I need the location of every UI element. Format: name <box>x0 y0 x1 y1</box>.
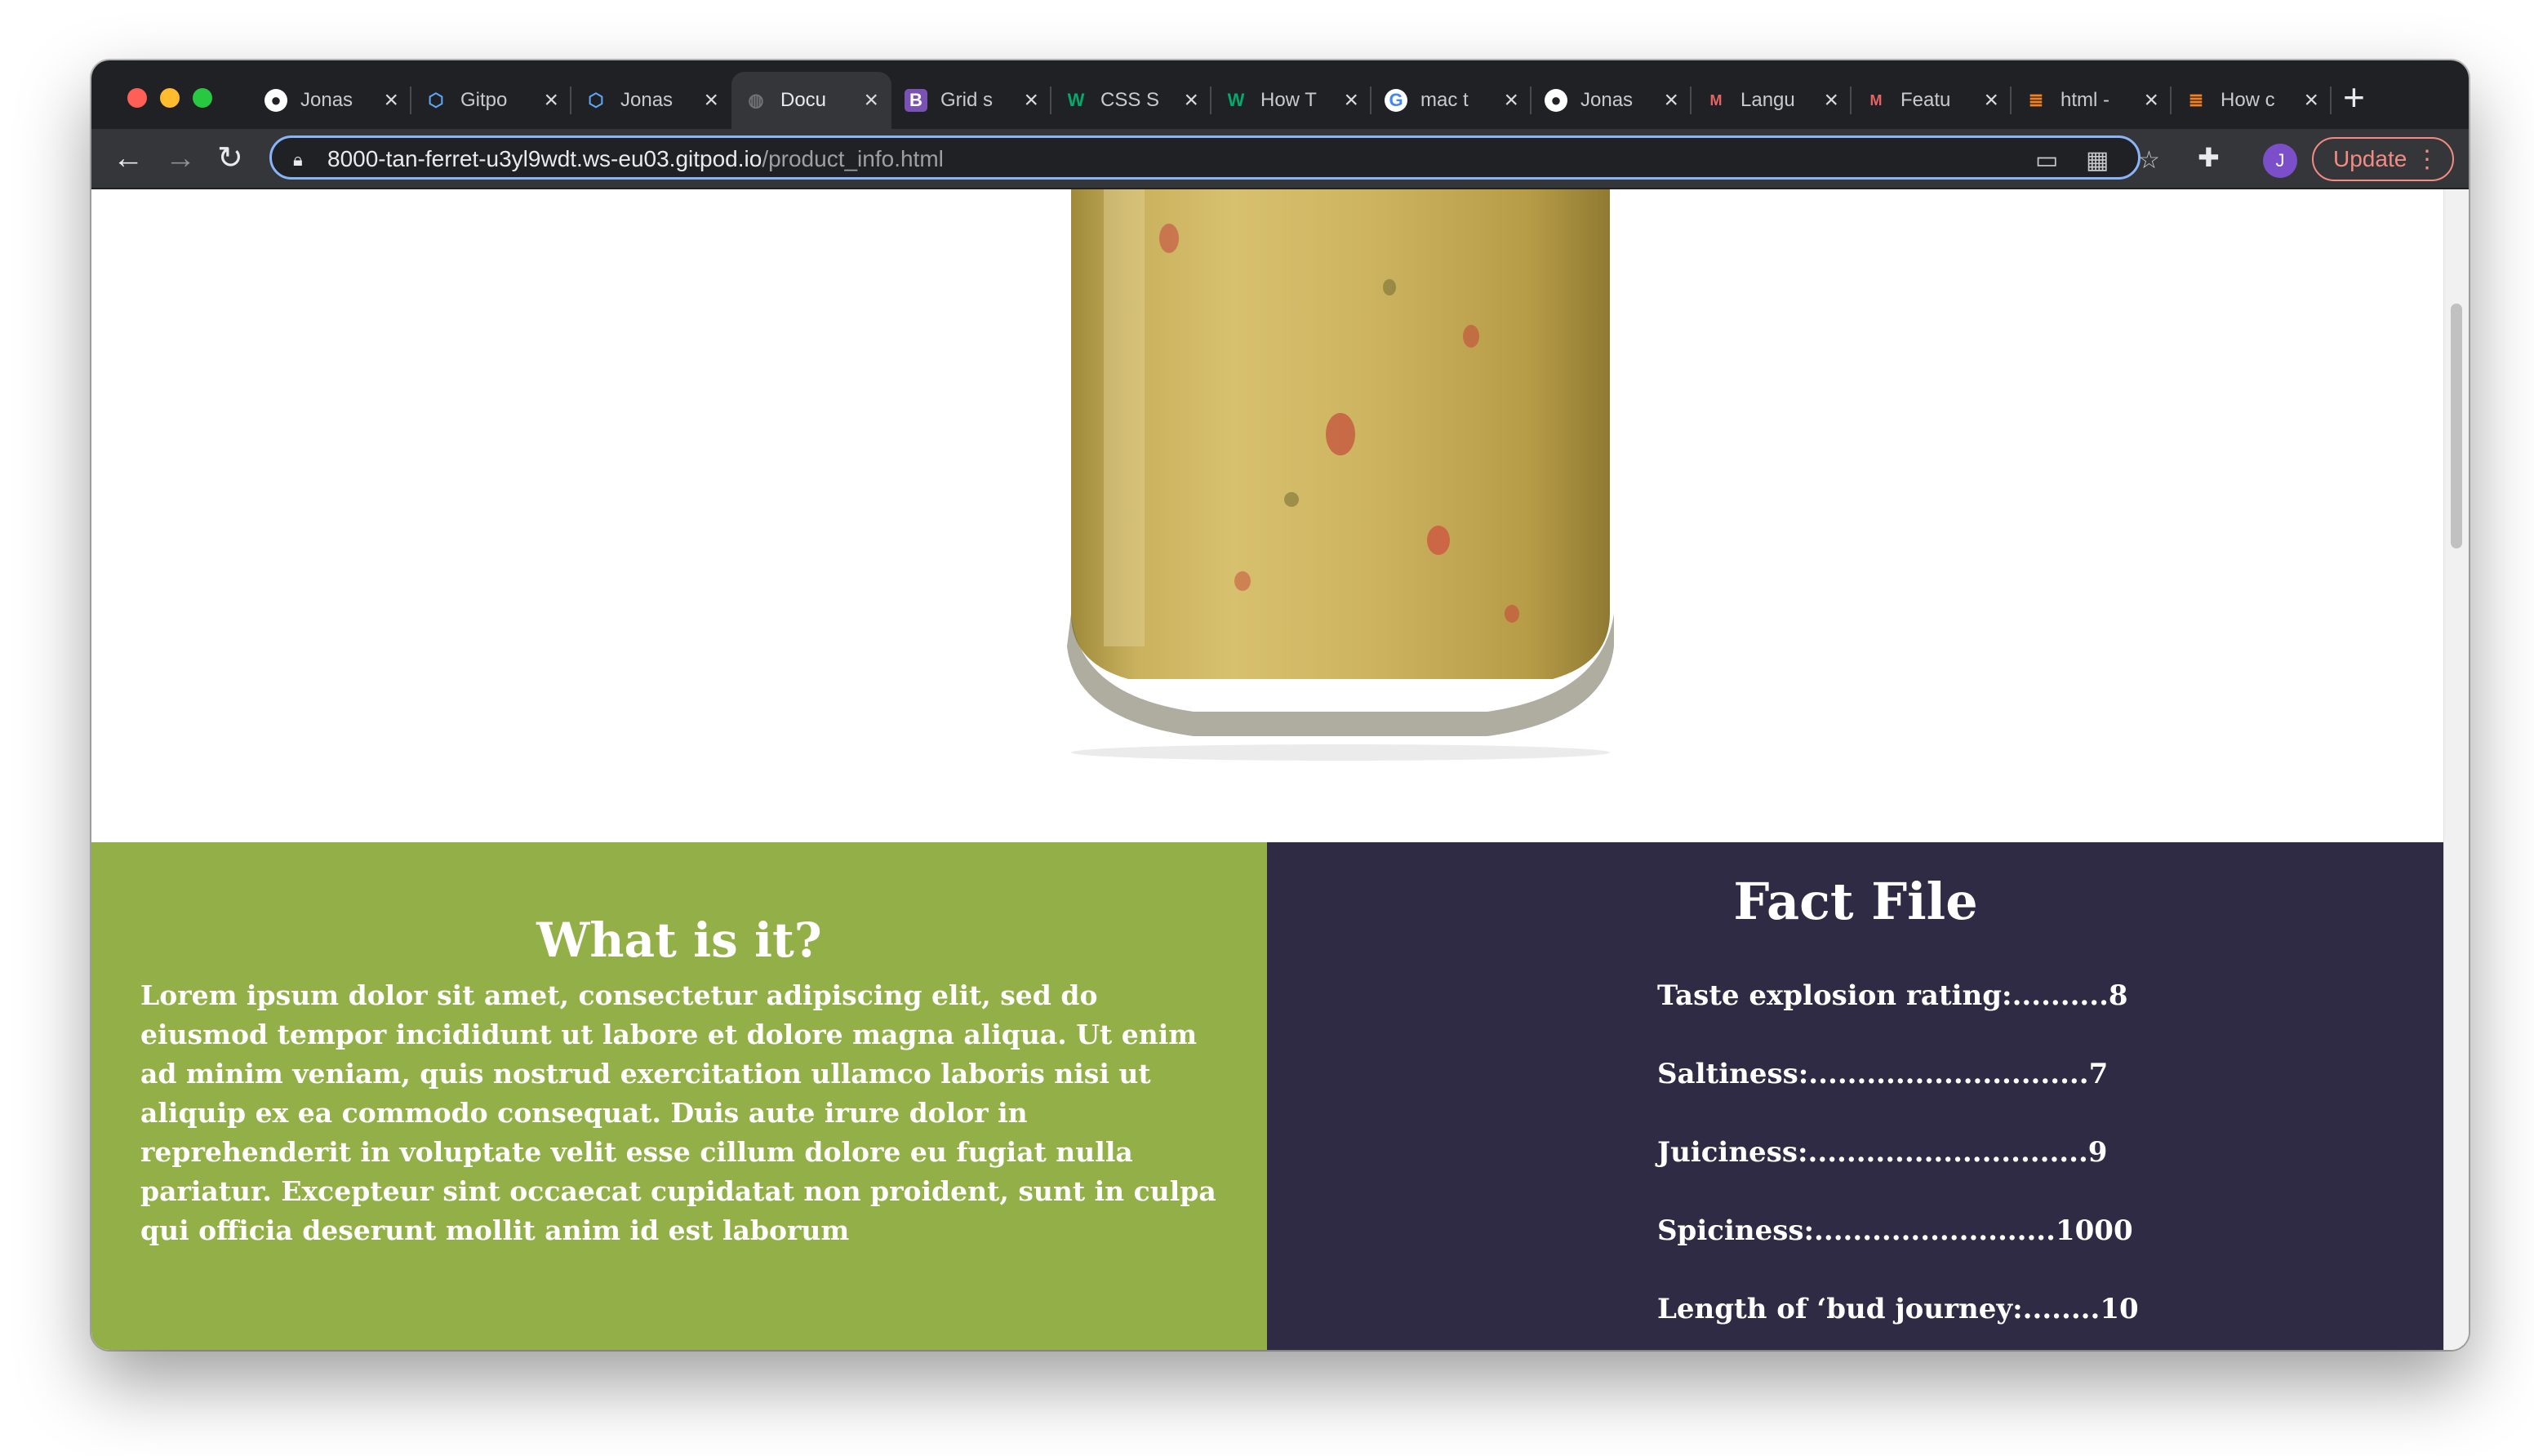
github-icon: ● <box>1545 89 1567 112</box>
scrollbar[interactable] <box>2443 189 2469 1350</box>
gitpod-icon: ⬡ <box>428 90 444 110</box>
avatar-initial: J <box>2275 150 2285 171</box>
page-viewport: What is it? Lorem ipsum dolor sit amet, … <box>91 189 2469 1350</box>
w3schools-icon: W <box>1227 90 1245 110</box>
menu-dots-icon[interactable]: ⋮ <box>2415 145 2439 174</box>
scrollbar-thumb[interactable] <box>2451 304 2462 548</box>
bootstrap-icon: B <box>905 89 927 112</box>
cast-icon[interactable]: ▭ <box>2035 146 2058 175</box>
tab-title: How T <box>1260 89 1317 111</box>
tab-title: html - <box>2061 89 2109 111</box>
mdn-icon: M <box>1709 91 1723 109</box>
close-tab-icon[interactable]: × <box>1664 87 1678 114</box>
close-tab-icon[interactable]: × <box>2144 87 2158 114</box>
fact-file-section: Fact File Taste explosion rating:.......… <box>1267 842 2444 1350</box>
browser-window: ● Jonas × ⬡ Gitpo × ⬡ Jonas × ◍ Docu × B… <box>91 60 2469 1350</box>
minimize-window-button[interactable] <box>160 88 180 108</box>
tab-title: Jonas <box>1580 89 1634 111</box>
tab-title: Featu <box>1900 89 1951 111</box>
browser-toolbar: ← → ↻ 🔒︎ 8000-tan-ferret-u3yl9wdt.ws-eu0… <box>91 129 2469 189</box>
url-text[interactable]: 8000-tan-ferret-u3yl9wdt.ws-eu03.gitpod.… <box>327 146 944 172</box>
mdn-icon: M <box>1869 91 1883 109</box>
update-label: Update <box>2333 146 2407 171</box>
gitpod-icon: ⬡ <box>588 90 604 110</box>
fact-list: Taste explosion rating:..........8 Salti… <box>1657 976 2139 1350</box>
address-bar[interactable]: 🔒︎ 8000-tan-ferret-u3yl9wdt.ws-eu03.gitp… <box>269 135 2160 180</box>
reload-icon[interactable]: ↻ <box>217 140 243 176</box>
tab[interactable]: ≣ html - × <box>2012 72 2172 129</box>
tab-title: Jonas <box>300 89 353 111</box>
fact-item-bud-journey: Length of ‘bud journey:........10 <box>1657 1293 2139 1325</box>
fact-item-spiciness: Spiciness:.........................1000 <box>1657 1214 2133 1247</box>
tab-title: mac t <box>1420 89 1469 111</box>
close-tab-icon[interactable]: × <box>544 87 558 114</box>
close-tab-icon[interactable]: × <box>384 87 398 114</box>
tab[interactable]: ● Jonas × <box>251 72 411 129</box>
tab[interactable]: W CSS S × <box>1051 72 1211 129</box>
update-button[interactable]: Update ⋮ <box>2312 137 2454 181</box>
what-is-it-text: Lorem ipsum dolor sit amet, consectetur … <box>140 979 1216 1246</box>
tab[interactable]: ● Jonas × <box>1532 72 1692 129</box>
stackoverflow-icon: ≣ <box>2188 90 2204 110</box>
bookmark-star-icon[interactable]: ☆ <box>2138 146 2160 175</box>
close-tab-icon[interactable]: × <box>1984 87 1998 114</box>
tab[interactable]: ⬡ Gitpo × <box>411 72 571 129</box>
forward-arrow-icon[interactable]: → <box>165 140 196 176</box>
what-is-it-heading: What is it? <box>536 912 822 968</box>
tab[interactable]: M Featu × <box>1852 72 2012 129</box>
tab[interactable]: ⬡ Jonas × <box>571 72 731 129</box>
tab-title: CSS S <box>1100 89 1160 111</box>
close-tab-icon[interactable]: × <box>864 87 878 114</box>
product-jar-image <box>1067 189 1614 761</box>
url-path: /product_info.html <box>762 146 944 171</box>
new-tab-button[interactable]: + <box>2343 78 2365 116</box>
what-is-it-section: What is it? Lorem ipsum dolor sit amet, … <box>91 842 1267 1350</box>
tab[interactable]: B Grid s × <box>891 72 1051 129</box>
tab-title: Jonas <box>620 89 674 111</box>
w3schools-icon: W <box>1067 90 1085 110</box>
profile-avatar[interactable]: J <box>2263 144 2297 178</box>
close-tab-icon[interactable]: × <box>1024 87 1038 114</box>
close-tab-icon[interactable]: × <box>2304 87 2318 114</box>
tab-title: How c <box>2221 89 2275 111</box>
url-host: 8000-tan-ferret-u3yl9wdt.ws-eu03.gitpod.… <box>327 146 762 171</box>
stackoverflow-icon: ≣ <box>2028 90 2044 110</box>
tab-title: Gitpo <box>460 89 508 111</box>
tab[interactable]: ≣ How c × <box>2172 72 2332 129</box>
fact-file-heading: Fact File <box>1733 872 1978 931</box>
google-icon: G <box>1385 89 1407 112</box>
close-window-button[interactable] <box>127 88 147 108</box>
github-icon: ● <box>265 89 287 112</box>
fact-item-juiciness: Juiciness:.............................9 <box>1657 1136 2108 1169</box>
maximize-window-button[interactable] <box>193 88 212 108</box>
fact-item-saltiness: Saltiness:.............................7 <box>1657 1058 2109 1090</box>
close-tab-icon[interactable]: × <box>1824 87 1838 114</box>
lock-icon: 🔒︎ <box>293 149 303 170</box>
back-arrow-icon[interactable]: ← <box>113 140 144 176</box>
globe-icon: ◍ <box>748 90 764 110</box>
close-tab-icon[interactable]: × <box>1504 87 1518 114</box>
tab-title: Docu <box>780 89 827 111</box>
tab-active[interactable]: ◍ Docu × <box>731 72 891 129</box>
close-tab-icon[interactable]: × <box>1344 87 1358 114</box>
tab[interactable]: G mac t × <box>1371 72 1532 129</box>
close-tab-icon[interactable]: × <box>704 87 718 114</box>
extensions-puzzle-icon[interactable]: ✚ <box>2198 142 2220 173</box>
close-tab-icon[interactable]: × <box>1184 87 1198 114</box>
tab-title: Grid s <box>940 89 994 111</box>
fact-item-taste: Taste explosion rating:..........8 <box>1657 979 2128 1012</box>
tab[interactable]: M Langu × <box>1692 72 1852 129</box>
qr-code-icon[interactable]: ▦ <box>2086 146 2109 175</box>
tab-title: Langu <box>1740 89 1795 111</box>
tab[interactable]: W How T × <box>1211 72 1371 129</box>
tab-strip: ● Jonas × ⬡ Gitpo × ⬡ Jonas × ◍ Docu × B… <box>91 60 2469 129</box>
